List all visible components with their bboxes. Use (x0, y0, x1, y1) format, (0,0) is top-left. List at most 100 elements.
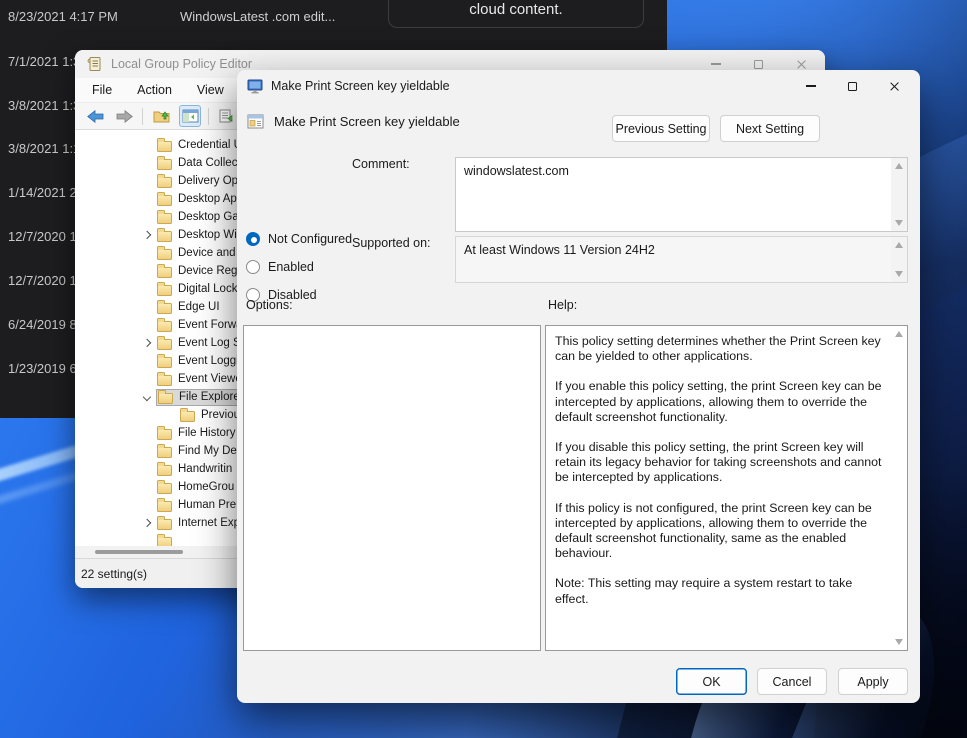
supported-scrollbar[interactable] (891, 237, 907, 282)
next-setting-button[interactable]: Next Setting (720, 115, 820, 142)
folder-icon (157, 447, 172, 458)
file-date[interactable]: 3/8/2021 1:1: (8, 141, 84, 156)
help-scrollbar[interactable] (891, 326, 907, 650)
folder-icon (157, 519, 172, 530)
file-date[interactable]: 8/23/2021 4:17 PM (8, 9, 118, 24)
tree-item[interactable]: Event Loggi (75, 352, 239, 370)
tree-item[interactable]: File History (75, 424, 236, 442)
tree-item[interactable]: HomeGrou (75, 478, 234, 496)
scroll-up-icon[interactable] (895, 163, 903, 169)
folder-icon (157, 321, 172, 332)
cloud-content-box: cloud content. (388, 0, 644, 28)
file-date[interactable]: 3/8/2021 1:3 (8, 98, 80, 113)
folder-icon (157, 339, 172, 350)
forward-icon[interactable] (113, 105, 135, 127)
menu-action[interactable]: Action (137, 83, 172, 97)
comment-value[interactable]: windowslatest.com (456, 158, 891, 231)
dialog-titlebar[interactable]: Make Print Screen key yieldable (237, 70, 920, 102)
status-text: 22 setting(s) (81, 567, 147, 581)
tree-item[interactable]: Credential U (75, 136, 242, 154)
scrollbar-thumb[interactable] (95, 550, 183, 554)
radio-enabled[interactable]: Enabled (246, 260, 314, 274)
scroll-down-icon[interactable] (895, 220, 903, 226)
file-date[interactable]: 12/7/2020 12 (8, 229, 84, 244)
help-box: This policy setting determines whether t… (545, 325, 908, 651)
chevron-down-icon[interactable] (143, 393, 151, 401)
menu-file[interactable]: File (92, 83, 112, 97)
apply-button[interactable]: Apply (838, 668, 908, 695)
tree-item[interactable]: Desktop Wi (75, 226, 237, 244)
folder-icon (157, 231, 172, 242)
folder-icon (157, 213, 172, 224)
tree-item[interactable]: Previou (75, 406, 240, 424)
scroll-down-icon[interactable] (895, 271, 903, 277)
tree-item[interactable]: Internet Exp (75, 514, 240, 532)
tree-item[interactable]: Edge UI (75, 298, 220, 316)
folder-icon (157, 267, 172, 278)
scroll-up-icon[interactable] (895, 242, 903, 248)
supported-on-label: Supported on: (352, 236, 431, 250)
chevron-right-icon[interactable] (143, 339, 151, 347)
tree-item-partial[interactable] (75, 532, 178, 546)
toolbar-separator (208, 108, 209, 125)
maximize-button[interactable] (754, 60, 763, 69)
tree-item[interactable]: Delivery Op (75, 172, 238, 190)
up-folder-icon[interactable] (150, 105, 172, 127)
file-date[interactable]: 6/24/2019 8 (8, 317, 77, 332)
tree-item[interactable]: Data Collec (75, 154, 237, 172)
folder-icon (157, 303, 172, 314)
options-label: Options: (246, 298, 293, 312)
folder-icon (180, 411, 195, 422)
help-text: This policy setting determines whether t… (546, 326, 891, 650)
scroll-up-icon[interactable] (895, 331, 903, 337)
comment-scrollbar[interactable] (891, 158, 907, 231)
minimize-button[interactable] (806, 85, 816, 86)
chevron-right-icon[interactable] (143, 231, 151, 239)
file-date[interactable]: 1/23/2019 6: (8, 361, 80, 376)
folder-icon (157, 375, 172, 386)
tree-item[interactable]: Handwritin (75, 460, 232, 478)
tree-item[interactable]: Desktop Ap (75, 190, 237, 208)
tree-item[interactable]: Desktop Ga (75, 208, 239, 226)
close-button[interactable] (889, 81, 900, 92)
chevron-right-icon[interactable] (143, 519, 151, 527)
minimize-button[interactable] (711, 63, 721, 64)
folder-icon (157, 141, 172, 152)
ok-button[interactable]: OK (676, 668, 747, 695)
file-date[interactable]: 12/7/2020 12 (8, 273, 84, 288)
comment-textarea[interactable]: windowslatest.com (455, 157, 908, 232)
close-button[interactable] (796, 59, 807, 70)
menu-view[interactable]: View (197, 83, 224, 97)
console-tree-icon[interactable] (179, 105, 201, 127)
file-date[interactable]: 7/1/2021 1:3 (8, 54, 80, 69)
tree-item[interactable]: Event Forwa (75, 316, 243, 334)
tree-item[interactable]: Device Regi (75, 262, 240, 280)
tree-item[interactable]: Event Log S (75, 334, 241, 352)
tree-item[interactable]: Digital Lock (75, 280, 237, 298)
toolbar-separator (142, 108, 143, 125)
radio-button-icon[interactable] (246, 260, 260, 274)
file-name[interactable]: WindowsLatest .com edit... (180, 9, 335, 24)
radio-button-icon[interactable] (246, 232, 260, 246)
folder-icon (158, 393, 173, 404)
tree-item[interactable]: Human Pre (75, 496, 236, 514)
scroll-down-icon[interactable] (895, 639, 903, 645)
cloud-content-text: cloud content. (469, 1, 562, 18)
tree-item[interactable]: Event Viewe (75, 370, 242, 388)
folder-icon (157, 357, 172, 368)
radio-not-configured[interactable]: Not Configured (246, 232, 352, 246)
supported-on-box: At least Windows 11 Version 24H2 (455, 236, 908, 283)
folder-icon (157, 159, 172, 170)
back-icon[interactable] (84, 105, 106, 127)
setting-heading-text: Make Print Screen key yieldable (274, 114, 460, 129)
folder-icon (157, 249, 172, 260)
cancel-button[interactable]: Cancel (757, 668, 827, 695)
tree-item-file-explorer[interactable]: File Explore (75, 388, 243, 406)
previous-setting-button[interactable]: Previous Setting (612, 115, 710, 142)
maximize-button[interactable] (848, 82, 857, 91)
tree-item[interactable]: Find My De (75, 442, 237, 460)
export-list-icon[interactable] (216, 105, 238, 127)
tree-item[interactable]: Device and (75, 244, 236, 262)
setting-icon (247, 114, 264, 129)
setting-heading: Make Print Screen key yieldable (247, 114, 460, 129)
